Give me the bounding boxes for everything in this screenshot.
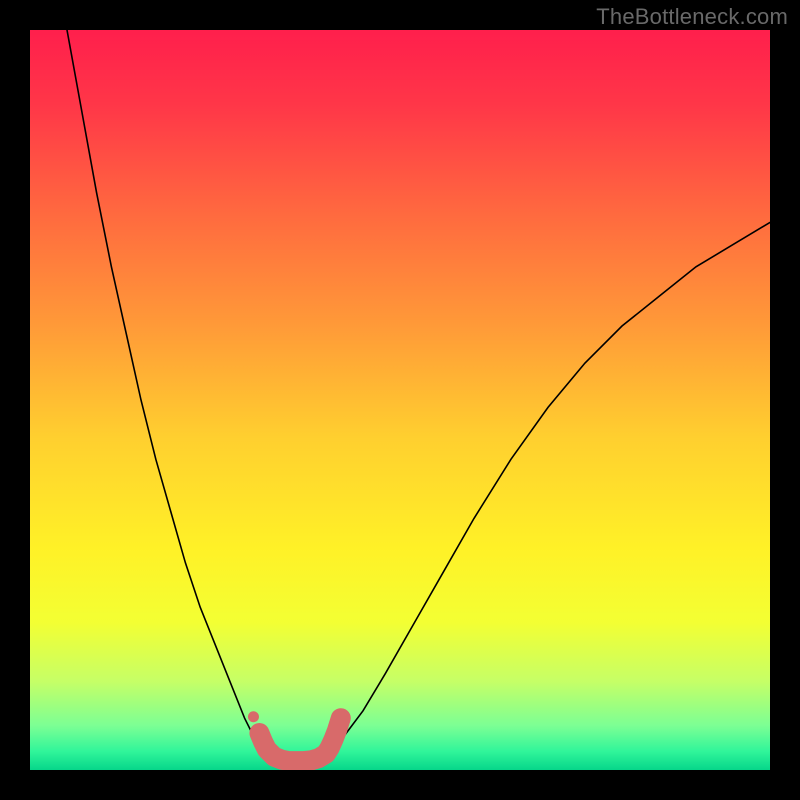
series-highlight-band-dot xyxy=(248,711,259,722)
chart-frame: TheBottleneck.com xyxy=(0,0,800,800)
chart-svg xyxy=(30,30,770,770)
chart-plot-area xyxy=(30,30,770,770)
watermark-text: TheBottleneck.com xyxy=(596,4,788,30)
